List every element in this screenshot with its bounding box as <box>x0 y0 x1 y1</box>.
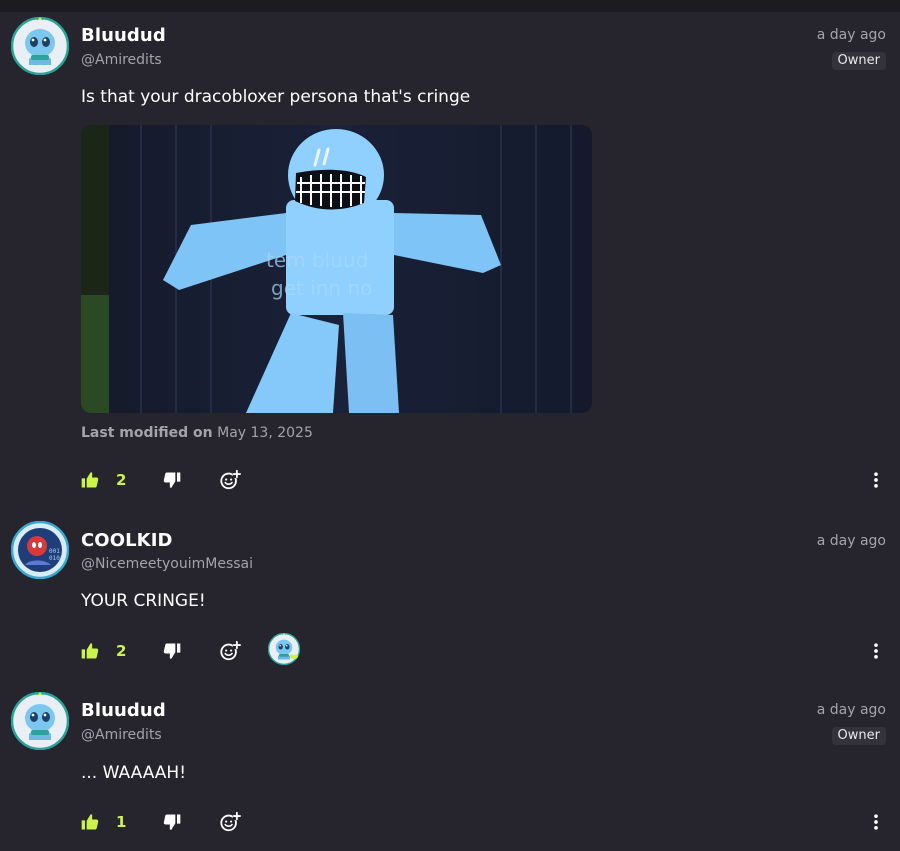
like-button[interactable] <box>80 639 100 663</box>
comment-text: YOUR CRINGE! <box>81 591 206 611</box>
user-avatar[interactable] <box>11 521 69 579</box>
user-handle[interactable]: @Amiredits <box>81 727 162 743</box>
attached-image[interactable]: tem bluud get inn no <box>81 125 592 413</box>
more-vertical-icon <box>866 812 886 832</box>
thumbs-up-icon <box>80 641 100 661</box>
modified-date: May 13, 2025 <box>217 425 313 441</box>
timestamp: a day ago <box>816 702 886 718</box>
liker-avatar[interactable] <box>268 633 300 665</box>
comment-text: Is that your dracobloxer persona that's … <box>81 87 471 107</box>
like-count: 1 <box>116 813 127 831</box>
owner-badge: Owner <box>831 52 886 70</box>
user-avatar[interactable] <box>11 692 69 750</box>
thumbs-down-icon <box>162 470 182 490</box>
user-handle[interactable]: @Amiredits <box>81 52 162 68</box>
timestamp: a day ago <box>816 27 886 43</box>
username[interactable]: Bluudud <box>81 25 166 46</box>
like-count: 2 <box>116 471 127 489</box>
add-reaction-icon <box>219 640 241 662</box>
thumbs-up-icon <box>80 812 100 832</box>
thumbs-up-icon <box>80 470 100 490</box>
add-reaction-button[interactable] <box>219 468 241 492</box>
like-count: 2 <box>116 642 127 660</box>
image-content: tem bluud get inn no <box>81 125 592 413</box>
modified-label: Last modified on <box>81 425 213 441</box>
user-handle[interactable]: @NicemeetyouimMessai <box>81 556 253 572</box>
more-vertical-icon <box>866 470 886 490</box>
comment-actions: 2 <box>0 468 900 492</box>
dislike-button[interactable] <box>162 468 182 492</box>
comment-text: ... WAAAAH! <box>81 763 187 783</box>
username[interactable]: Bluudud <box>81 700 166 721</box>
add-reaction-icon <box>219 811 241 833</box>
user-avatar[interactable] <box>11 17 69 75</box>
more-options-button[interactable] <box>866 470 886 494</box>
more-options-button[interactable] <box>866 812 886 836</box>
top-bar <box>0 0 900 12</box>
like-button[interactable] <box>80 468 100 492</box>
add-reaction-button[interactable] <box>219 639 241 663</box>
comment-actions: 2 <box>0 633 900 665</box>
shirt-text-line-1: tem bluud <box>266 248 368 272</box>
like-button[interactable] <box>80 810 100 834</box>
dislike-button[interactable] <box>162 639 182 663</box>
thumbs-down-icon <box>162 641 182 661</box>
add-reaction-button[interactable] <box>219 810 241 834</box>
timestamp: a day ago <box>816 533 886 549</box>
owner-badge: Owner <box>831 727 886 745</box>
last-modified: Last modified on May 13, 2025 <box>81 425 313 441</box>
more-vertical-icon <box>866 641 886 661</box>
thumbs-down-icon <box>162 812 182 832</box>
add-reaction-icon <box>219 469 241 491</box>
shirt-text-line-2: get inn no <box>271 276 372 300</box>
more-options-button[interactable] <box>866 641 886 665</box>
comment-actions: 1 <box>0 810 900 834</box>
dislike-button[interactable] <box>162 810 182 834</box>
username[interactable]: COOLKID <box>81 530 173 551</box>
